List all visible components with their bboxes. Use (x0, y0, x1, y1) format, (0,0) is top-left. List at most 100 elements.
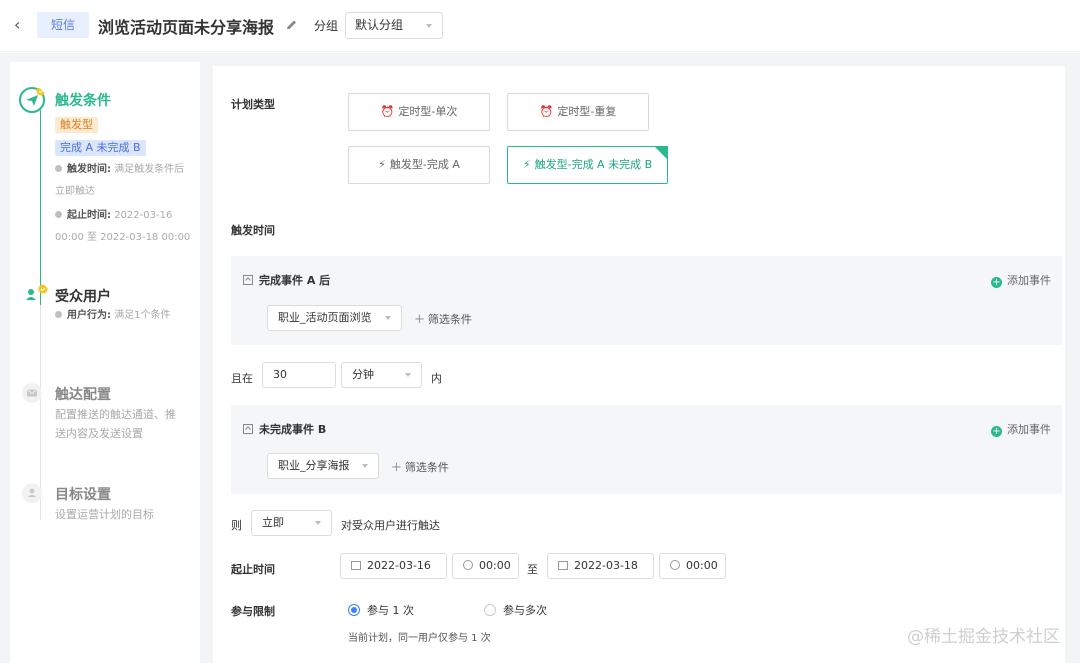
event-a-filter-button[interactable]: + 筛选条件 (414, 311, 472, 327)
paper-plane-icon[interactable] (18, 86, 46, 114)
plan-type-scheduled-repeat[interactable]: ⏰ 定时型-重复 (507, 93, 649, 131)
limit-once-radio[interactable]: 参与 1 次 (348, 602, 414, 618)
trigger-time-value-2: 立即触达 (55, 186, 95, 197)
period-meta: 起止时间: 2022-03-16 00:00 至 2022-03-18 00:0… (55, 205, 200, 249)
delivery-desc: 配置推送的触达通道、推 送内容及发送设置 (55, 405, 200, 443)
behavior-value: 满足1个条件 (114, 310, 171, 321)
chevron-down-icon (315, 521, 321, 525)
bullet-icon (55, 211, 62, 218)
plus-icon: + (391, 460, 402, 475)
start-date-input[interactable]: 2022-03-16 (340, 553, 447, 579)
within-prefix: 且在 (231, 372, 253, 385)
chevron-down-icon (385, 316, 391, 320)
step-title-audience[interactable]: 受众用户 (55, 286, 111, 306)
add-event-label: 添加事件 (1007, 423, 1051, 436)
plan-type-text: 定时型-单次 (398, 105, 458, 118)
then-prefix: 则 (231, 519, 242, 532)
add-event-b-button[interactable]: + 添加事件 (991, 421, 1051, 437)
within-minutes-input[interactable]: 30 (262, 362, 336, 388)
bullet-icon (55, 311, 62, 318)
plan-type-scheduled-once[interactable]: ⏰ 定时型-单次 (348, 93, 490, 131)
event-a-title[interactable]: 完成事件 A 后 (243, 272, 330, 288)
period-value-2: 00:00 至 2022-03-18 00:00 (55, 232, 191, 243)
user-icon[interactable] (22, 283, 50, 307)
end-date-value: 2022-03-18 (574, 559, 638, 572)
plan-type-text: 触发型-完成 A 未完成 B (534, 158, 653, 171)
event-b-title[interactable]: 未完成事件 B (243, 421, 326, 437)
envelope-icon[interactable] (22, 383, 42, 403)
chevron-down-icon (362, 464, 368, 468)
group-select[interactable]: 默认分组 (345, 12, 443, 39)
group-select-value: 默认分组 (355, 18, 404, 32)
plus-circle-icon: + (991, 426, 1002, 437)
then-timing-value: 立即 (262, 516, 284, 529)
collapse-icon (243, 424, 253, 434)
period-value: 2022-03-16 (114, 210, 173, 221)
then-suffix: 对受众用户进行触达 (341, 519, 440, 532)
event-a-select[interactable]: 职业_活动页面浏览 (267, 305, 402, 331)
limit-label: 参与限制 (231, 605, 275, 618)
event-b-filter-button[interactable]: + 筛选条件 (391, 459, 449, 475)
radio-checked-icon (348, 604, 360, 616)
start-time-value: 00:00 (479, 559, 511, 572)
delivery-desc-line: 送内容及发送设置 (55, 427, 143, 440)
trigger-time-label: 触发时间 (231, 224, 275, 237)
target-user-icon[interactable] (22, 483, 42, 503)
event-badge: 完成 A 未完成 B (55, 140, 146, 156)
within-suffix: 内 (431, 372, 442, 385)
start-time-input[interactable]: 00:00 (452, 553, 519, 579)
pencil-icon[interactable] (285, 18, 299, 32)
event-b-value: 职业_分享海报 (278, 459, 350, 472)
end-time-input[interactable]: 00:00 (659, 553, 726, 579)
step-title-delivery[interactable]: 触达配置 (55, 384, 111, 404)
event-a-value: 职业_活动页面浏览 (278, 311, 372, 324)
period-label: 起止时间 (231, 563, 275, 576)
chevron-down-icon (426, 24, 432, 28)
add-event-a-button[interactable]: + 添加事件 (991, 272, 1051, 288)
start-date-value: 2022-03-16 (367, 559, 431, 572)
page-title: 浏览活动页面未分享海报 (98, 18, 275, 37)
period-to: 至 (527, 563, 538, 576)
calendar-icon (558, 561, 568, 570)
chevron-left-icon[interactable]: ‹ (14, 15, 20, 34)
limit-multi-radio[interactable]: 参与多次 (484, 602, 547, 618)
trigger-type-badge: 触发型 (55, 117, 98, 133)
top-header: ‹ 短信 浏览活动页面未分享海报 分组 默认分组 (0, 0, 1080, 52)
plan-type-trigger-a[interactable]: ⚡ 触发型-完成 A (348, 146, 490, 184)
group-label: 分组 (314, 19, 339, 33)
event-b-select[interactable]: 职业_分享海报 (267, 453, 379, 479)
goal-desc-line: 设置运营计划的目标 (55, 508, 154, 521)
limit-multi-label: 参与多次 (503, 604, 547, 617)
plan-type-label: 计划类型 (231, 98, 275, 111)
event-a-box: 完成事件 A 后 + 添加事件 职业_活动页面浏览 + 筛选条件 (231, 256, 1062, 345)
limit-once-label: 参与 1 次 (367, 604, 414, 617)
plan-type-text: 触发型-完成 A (389, 158, 460, 171)
event-b-title-text: 未完成事件 B (259, 423, 327, 436)
lightning-icon: ⚡ (522, 158, 531, 171)
lightning-icon: ⚡ (378, 158, 386, 171)
step-title-trigger[interactable]: 触发条件 (55, 90, 111, 110)
alarm-clock-icon: ⏰ (380, 105, 395, 118)
end-date-input[interactable]: 2022-03-18 (547, 553, 654, 579)
event-b-box: 未完成事件 B + 添加事件 职业_分享海报 + 筛选条件 (231, 405, 1062, 494)
then-timing-select[interactable]: 立即 (251, 510, 332, 536)
behavior-meta: 用户行为: 满足1个条件 (55, 305, 200, 327)
channel-tag: 短信 (37, 12, 89, 38)
calendar-icon (351, 561, 361, 570)
check-icon: ✓ (659, 157, 666, 166)
filter-label: 筛选条件 (404, 461, 449, 474)
radio-unchecked-icon (484, 604, 496, 616)
trigger-time-meta: 触发时间: 满足触发条件后 立即触达 (55, 159, 195, 203)
plus-icon: + (414, 312, 425, 327)
step-sidebar: 触发条件 触发型 完成 A 未完成 B 触发时间: 满足触发条件后 立即触达 起… (10, 62, 200, 663)
within-unit-value: 分钟 (352, 368, 374, 381)
within-value: 30 (273, 368, 287, 381)
goal-desc: 设置运营计划的目标 (55, 505, 200, 524)
add-event-label: 添加事件 (1007, 274, 1051, 287)
delivery-desc-line: 配置推送的触达通道、推 (55, 408, 176, 421)
behavior-label: 用户行为: (67, 310, 111, 321)
plan-type-trigger-a-not-b[interactable]: ⚡ 触发型-完成 A 未完成 B ✓ (507, 146, 668, 184)
trigger-time-label: 触发时间: (67, 164, 111, 175)
step-title-goal[interactable]: 目标设置 (55, 484, 111, 504)
within-unit-select[interactable]: 分钟 (341, 362, 422, 388)
